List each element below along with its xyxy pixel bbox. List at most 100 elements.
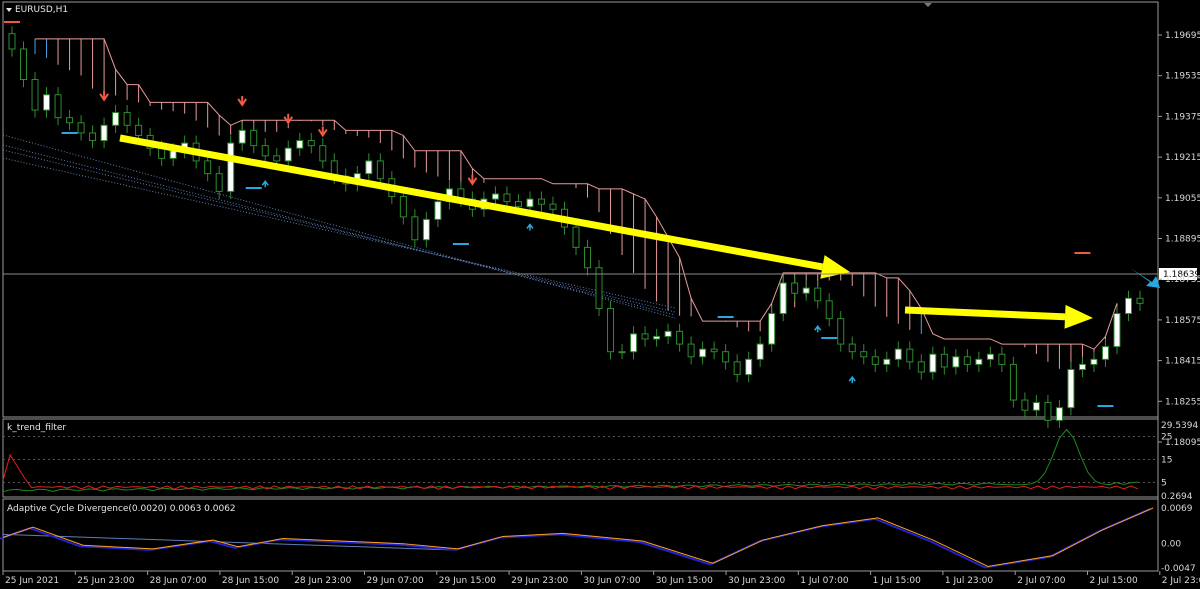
main-panel-frame	[2, 1, 1159, 418]
candle-body	[169, 150, 177, 159]
candle-body	[825, 300, 833, 320]
trend-max-label: 29.5394	[1161, 421, 1198, 431]
candle-body	[1124, 297, 1132, 315]
candle-body	[676, 330, 684, 345]
candle-body	[572, 226, 580, 248]
cycle-lines: 0.0069 0.00 -0.0047	[0, 504, 1196, 574]
candle-body	[791, 282, 799, 294]
sell-arrow-icon	[99, 90, 109, 102]
trend-level-label: 25	[1161, 432, 1172, 442]
candle-body	[952, 356, 960, 368]
yellow-arrows-layer	[119, 134, 1160, 329]
cycle-panel-title: Adaptive Cycle Divergence(0.0020) 0.0063…	[7, 504, 236, 514]
yellow-arrow-head	[1064, 304, 1093, 329]
candle-body	[722, 351, 730, 363]
candle-body	[618, 351, 626, 354]
candle-body	[123, 112, 131, 126]
price-label: 1.18415	[1165, 357, 1200, 367]
sell-arrow-icon	[283, 113, 294, 125]
time-label: 28 Jun 23:00	[294, 576, 351, 586]
time-label: 28 Jun 07:00	[150, 576, 207, 586]
signals-layer	[4, 21, 1114, 407]
candle-body	[1113, 313, 1121, 348]
candle-body	[929, 353, 937, 373]
candle-body	[883, 358, 891, 365]
candle-body	[1009, 363, 1017, 401]
candle-body	[860, 351, 868, 358]
time-axis: 25 Jun 2021 25 Jun 23:00 28 Jun 07:00 28 Ju…	[2, 571, 1200, 586]
candle-body	[296, 140, 304, 149]
candle-body	[434, 201, 442, 220]
candle-body	[238, 129, 246, 144]
price-axis: 1.19695 1.19535 1.19375 1.19215 1.19055 1.188…	[1158, 31, 1200, 448]
candle-body	[584, 246, 592, 269]
candle-body	[1078, 363, 1086, 371]
candle-body	[526, 198, 534, 208]
candle-body	[491, 193, 499, 200]
buy-arrow-icon	[261, 180, 269, 188]
trendline	[2, 134, 676, 319]
candle-body	[537, 198, 545, 205]
cycle-label: -0.0047	[1161, 564, 1196, 574]
blue-dotted-trendlines	[2, 134, 676, 319]
candle-body	[1101, 346, 1109, 360]
yellow-arrow-shaft	[119, 134, 824, 271]
candle-body	[284, 147, 292, 162]
yellow-arrow-shaft	[904, 306, 1066, 321]
candle-body	[66, 117, 74, 124]
candle-body	[1136, 297, 1144, 304]
candle-body	[250, 129, 258, 147]
candle-body	[307, 140, 315, 147]
candle-body	[802, 287, 810, 294]
trend-last-label: 0.2694	[1161, 492, 1193, 502]
chart-canvas: EURUSD,H1 1.18639 1.196951.195351.193751…	[0, 1, 1200, 586]
price-label: 1.19695	[1165, 31, 1200, 41]
candle-body	[261, 145, 269, 157]
candle-body	[8, 33, 16, 50]
candle-body	[779, 282, 787, 315]
sell-arrow-icon	[467, 174, 478, 186]
candle-body	[376, 160, 384, 180]
candle-body	[273, 155, 281, 162]
candle-body	[43, 94, 51, 111]
candle-body	[664, 330, 672, 337]
candle-body	[1044, 402, 1052, 421]
buy-arrow-icon	[814, 325, 822, 333]
candle-body	[112, 112, 120, 126]
time-label: 30 Jun 07:00	[583, 576, 640, 586]
cycle-orange-line	[2, 507, 1154, 567]
window-title: EURUSD,H1	[15, 5, 68, 15]
buy-arrow-icon	[848, 375, 856, 384]
candle-body	[1090, 358, 1098, 365]
candle-body	[422, 218, 430, 241]
buy-arrow-icon	[526, 223, 534, 231]
time-label: 30 Jun 23:00	[728, 576, 785, 586]
sell-arrow-icon	[317, 126, 328, 138]
candle-body	[687, 343, 695, 358]
candle-body	[365, 160, 373, 175]
trend-level-label: 15	[1161, 455, 1172, 465]
time-label: 29 Jun 23:00	[511, 576, 568, 586]
candle-body	[814, 287, 822, 302]
candle-body	[756, 343, 764, 360]
cycle-label: 0.00	[1161, 540, 1181, 550]
triangle-down-icon[interactable]	[6, 8, 12, 12]
scroll-marker-icon[interactable]	[924, 3, 932, 7]
trend-panel-title: k_trend_filter	[7, 423, 66, 433]
price-label: 1.19375	[1165, 112, 1200, 122]
time-label: 2 Jul 15:00	[1090, 576, 1139, 586]
candle-body	[31, 79, 39, 111]
candle-body	[630, 333, 638, 353]
price-label: 1.18895	[1165, 235, 1200, 245]
candle-body	[940, 353, 948, 368]
price-label: 1.18575	[1165, 316, 1200, 326]
time-label: 1 Jul 23:00	[945, 576, 994, 586]
candle-body	[77, 122, 85, 134]
candle-body	[986, 353, 994, 360]
candle-body	[710, 348, 718, 353]
price-label: 1.18735	[1165, 275, 1200, 285]
candle-body	[641, 333, 649, 340]
candle-body	[100, 124, 108, 142]
candle-body	[894, 348, 902, 360]
trend-panel-frame	[2, 418, 1159, 498]
